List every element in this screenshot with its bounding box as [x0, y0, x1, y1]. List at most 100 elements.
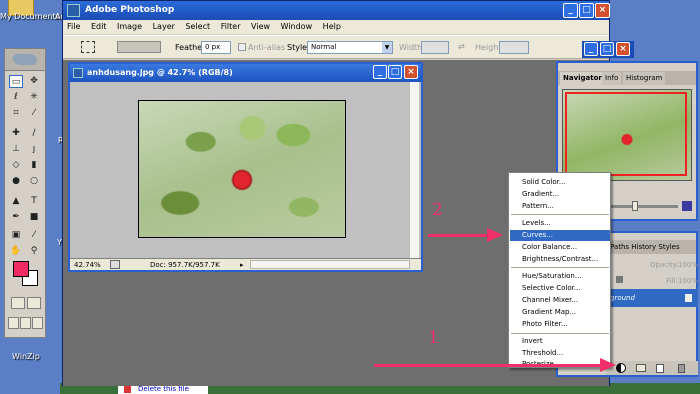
delete-file-task[interactable]: Delete this file [118, 385, 208, 394]
screen-mode-full-menu-button[interactable] [20, 317, 31, 329]
swap-icon[interactable]: ⇄ [458, 42, 465, 51]
doc-close-button[interactable]: × [404, 65, 418, 79]
fill-value[interactable]: 100% [678, 277, 698, 285]
menu-item-curves[interactable]: Curves... [510, 230, 610, 241]
path-select-icon[interactable]: ▲ [9, 195, 23, 208]
document-vertical-scrollbar[interactable] [410, 82, 419, 258]
height-input[interactable] [499, 41, 529, 54]
stamp-tool-icon[interactable]: ⊥ [9, 143, 23, 156]
new-layer-icon[interactable] [656, 364, 664, 373]
document-titlebar[interactable]: anhdusang.jpg @ 42.7% (RGB/8) _ □ × [70, 64, 421, 82]
width-input[interactable] [421, 41, 449, 54]
status-preview-icon[interactable] [110, 260, 120, 269]
gradient-tool-icon[interactable]: ▮ [27, 159, 41, 172]
menu-item-invert[interactable]: Invert [510, 336, 610, 347]
navigator-zoom-thumb[interactable] [632, 201, 638, 211]
menu-item-gradient-map[interactable]: Gradient Map... [510, 307, 610, 318]
type-tool-icon[interactable]: T [27, 195, 41, 208]
layer-row-background[interactable]: ground [606, 289, 698, 307]
menu-view[interactable]: View [247, 20, 274, 34]
style-select[interactable]: Normal [307, 41, 393, 54]
annotation-arrow-2-head [487, 228, 503, 242]
quickmask-mode-button[interactable] [27, 297, 41, 309]
lasso-tool-icon[interactable]: ℓ [9, 91, 23, 104]
navigator-view-box[interactable] [565, 92, 687, 176]
menu-layer[interactable]: Layer [149, 20, 179, 34]
shape-tool-icon[interactable]: ■ [27, 211, 41, 224]
standard-mode-button[interactable] [11, 297, 25, 309]
menu-window[interactable]: Window [277, 20, 317, 34]
brush-tool-icon[interactable]: ∕ [27, 127, 41, 140]
tab-navigator[interactable]: Navigator [560, 72, 605, 85]
menu-filter[interactable]: Filter [217, 20, 245, 34]
blur-tool-icon[interactable]: ● [9, 175, 23, 188]
notes-tool-icon[interactable]: ▣ [9, 229, 23, 242]
eyedropper-tool-icon[interactable]: ⁄ [27, 229, 41, 242]
menu-item-levels[interactable]: Levels... [510, 218, 610, 229]
screen-mode-full-button[interactable] [32, 317, 43, 329]
opacity-label: Opacity: [650, 261, 679, 269]
hand-tool-icon[interactable]: ✋ [9, 245, 23, 258]
palette-minimize-button[interactable]: _ [584, 42, 598, 56]
pen-tool-icon[interactable]: ✒ [9, 211, 23, 224]
zoom-tool-icon[interactable]: ⚲ [27, 245, 41, 258]
tab-info[interactable]: Info [602, 72, 622, 85]
tab-histogram[interactable]: Histogram [623, 72, 666, 85]
healing-brush-icon[interactable]: ✚ [9, 127, 23, 140]
screen-mode-standard-button[interactable] [8, 317, 19, 329]
menu-item-solid-color[interactable]: Solid Color... [510, 177, 610, 188]
palette-close-button[interactable]: × [616, 42, 630, 56]
maximize-button[interactable]: □ [579, 3, 594, 18]
history-brush-icon[interactable]: ȷ [27, 143, 41, 156]
menu-item-channel-mixer[interactable]: Channel Mixer... [510, 295, 610, 306]
photoshop-titlebar[interactable]: Adobe Photoshop _ □ × [63, 1, 610, 20]
menu-help[interactable]: Help [319, 20, 345, 34]
annotation-arrow-2-line [428, 234, 488, 237]
menu-file[interactable]: File [63, 20, 84, 34]
rose-photo-canvas[interactable] [138, 100, 346, 238]
feather-input[interactable]: 0 px [201, 41, 231, 54]
menu-item-color-balance[interactable]: Color Balance... [510, 242, 610, 253]
document-horizontal-scrollbar[interactable] [250, 260, 410, 269]
eraser-tool-icon[interactable]: ◇ [9, 159, 23, 172]
doc-maximize-button[interactable]: □ [388, 65, 402, 79]
status-menu-arrow-icon[interactable]: ▸ [240, 259, 244, 271]
selection-mode-icons[interactable] [117, 41, 161, 53]
menu-item-brightness-contrast[interactable]: Brightness/Contrast... [510, 254, 610, 265]
antialias-checkbox[interactable] [238, 43, 246, 51]
menu-select[interactable]: Select [181, 20, 214, 34]
slice-tool-icon[interactable]: ⁄ [27, 107, 41, 120]
menu-item-pattern[interactable]: Pattern... [510, 201, 610, 212]
menu-item-photo-filter[interactable]: Photo Filter... [510, 319, 610, 330]
navigator-zoom-in-icon[interactable] [682, 201, 692, 211]
marquee-tool-icon[interactable]: ▭ [9, 75, 23, 88]
close-button[interactable]: × [595, 3, 610, 18]
new-group-icon[interactable] [636, 364, 646, 372]
foreground-color-swatch[interactable] [13, 261, 29, 277]
menu-image[interactable]: Image [113, 20, 146, 34]
chevron-down-icon[interactable]: ▼ [382, 42, 392, 53]
toolbox-header [5, 49, 45, 71]
adjustment-layer-icon[interactable] [616, 363, 626, 373]
doc-minimize-button[interactable]: _ [373, 65, 387, 79]
trash-icon[interactable] [678, 364, 685, 373]
menu-item-selective-color[interactable]: Selective Color... [510, 283, 610, 294]
opacity-value[interactable]: 100% [678, 261, 698, 269]
menu-item-hue-saturation[interactable]: Hue/Saturation... [510, 271, 610, 282]
dodge-tool-icon[interactable]: ○ [27, 175, 41, 188]
palette-maximize-button[interactable]: □ [600, 42, 614, 56]
magic-wand-icon[interactable]: ✳ [27, 91, 41, 104]
lock-icon[interactable] [616, 276, 623, 283]
fill-label: Fill: [666, 277, 678, 285]
move-tool-icon[interactable]: ✥ [27, 75, 41, 88]
navigator-tabs: Navigator Info Histogram [558, 71, 696, 85]
crop-tool-icon[interactable]: ⌗ [9, 107, 23, 120]
minimize-button[interactable]: _ [563, 3, 578, 18]
navigator-thumbnail[interactable] [562, 89, 692, 181]
menu-edit[interactable]: Edit [87, 20, 111, 34]
zoom-level[interactable]: 42.74% [74, 259, 101, 271]
menu-item-gradient[interactable]: Gradient... [510, 189, 610, 200]
menu-item-threshold[interactable]: Threshold... [510, 348, 610, 359]
navigator-zoom-slider[interactable] [608, 205, 678, 208]
marquee-preset-icon[interactable] [81, 41, 95, 53]
